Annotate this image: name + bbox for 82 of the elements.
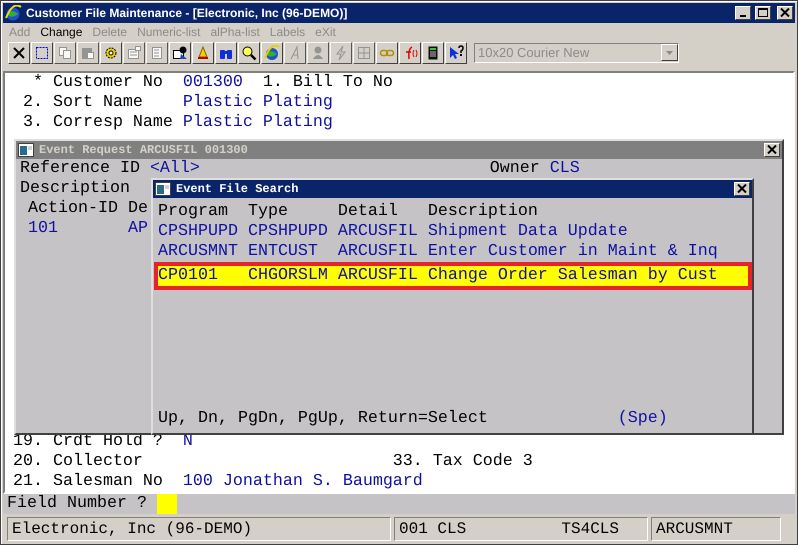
dropdown-arrow-icon	[666, 50, 673, 55]
minimize-icon	[740, 14, 746, 17]
hint-text: (Spe)	[618, 408, 668, 429]
dialog-title: Event Request ARCUSFIL 001300	[39, 142, 249, 159]
menu-item[interactable]: Change	[40, 22, 82, 41]
close-icon	[737, 184, 747, 194]
field-label: Owner	[490, 158, 540, 179]
toolbar-button[interactable]	[376, 42, 398, 64]
table-cell: AP	[128, 218, 148, 239]
field-label: 1. Bill To No	[262, 72, 393, 93]
field-value: <All>	[150, 158, 201, 179]
column-header: Action-ID	[28, 198, 119, 219]
globe-icon	[5, 4, 22, 21]
column-header: Description	[428, 202, 538, 222]
toolbar-button[interactable]	[215, 42, 237, 64]
maximize-button[interactable]	[755, 6, 771, 20]
field-number: 2.	[22, 92, 43, 113]
toolbar-button[interactable]	[399, 42, 421, 64]
field-number: *	[32, 72, 43, 93]
close-icon	[780, 8, 790, 18]
window-icon	[155, 182, 171, 196]
toolbar-button[interactable]	[192, 42, 214, 64]
toolbar-button[interactable]	[8, 42, 30, 64]
field-number: 21.	[13, 472, 43, 492]
field-number: 20.	[13, 452, 43, 472]
close-button[interactable]	[777, 6, 793, 20]
toolbar-button[interactable]	[445, 42, 467, 64]
field-value: 100 Jonathan S. Baumgard	[182, 472, 423, 492]
help-pointer-icon	[448, 44, 464, 61]
status-text: Electronic, Inc (96-DEMO)	[12, 519, 252, 540]
input-field[interactable]	[156, 494, 177, 514]
field-label: Salesman No	[52, 472, 164, 492]
window-icon	[18, 142, 34, 157]
close-icon	[767, 145, 777, 154]
field-label: 33. Tax Code 3	[392, 452, 533, 472]
field-number: 3.	[22, 112, 43, 133]
close-button[interactable]	[764, 142, 780, 157]
dialog-title: Event File Search	[176, 180, 300, 198]
copy-icon	[57, 44, 73, 61]
key-hint: Up, Dn, PgDn, PgUp, Return=Select	[158, 408, 489, 429]
column-header: De	[128, 198, 148, 219]
field-label: Reference ID	[20, 158, 141, 179]
toolbar-button[interactable]	[261, 42, 283, 64]
lightning-icon	[333, 44, 349, 61]
search-icon	[241, 44, 257, 61]
toolbar-button[interactable]	[422, 42, 444, 64]
status-text: ARCUSMNT	[656, 519, 733, 540]
field-value: 001300	[182, 72, 243, 93]
close-button[interactable]	[734, 182, 750, 196]
status-text: TS4CLS	[561, 519, 619, 540]
field-label: Corresp Name	[52, 112, 174, 133]
field-value: CLS	[550, 158, 580, 179]
column-header: Program	[158, 202, 229, 222]
field-label: Sort Name	[52, 92, 144, 113]
form-icon	[126, 44, 142, 61]
field-label: Collector	[52, 452, 144, 472]
field-value: Plastic Plating	[182, 112, 333, 133]
search-result-row[interactable]: CPSHPUPD CPSHPUPD ARCUSFIL Shipment Data Update	[158, 222, 752, 242]
column-header: Detail	[338, 202, 399, 222]
toolbar-button[interactable]	[100, 42, 122, 64]
window-title: Customer File Maintenance - [Electronic, Inc (96-DEMO)]	[26, 4, 348, 22]
bust-icon	[310, 44, 326, 61]
grid-icon	[356, 44, 372, 61]
search-result-row[interactable]: ARCUSMNT ENTCUST ARCUSFIL Enter Customer in Maint & Inq	[158, 242, 752, 262]
field-label: Customer No	[52, 72, 164, 93]
maximize-icon	[758, 8, 768, 18]
status-text: 001 CLS	[399, 519, 466, 540]
field-value: Plastic Plating	[182, 92, 333, 113]
toolbar-button[interactable]	[169, 42, 191, 64]
prompt-label: Field Number ?	[7, 494, 147, 514]
dashed-square-icon	[34, 44, 50, 61]
column-header: Type	[248, 202, 289, 222]
field-label: Description	[20, 178, 130, 199]
toolbar-button[interactable]	[31, 42, 53, 64]
gear-icon	[103, 44, 119, 61]
toolbar-button[interactable]	[238, 42, 260, 64]
minimize-button[interactable]	[735, 6, 751, 20]
search-result-row[interactable]: CP0101 CHGORSLM ARCUSFIL Change Order Salesman by Cust	[158, 266, 748, 286]
globe-icon	[264, 44, 280, 61]
close-icon	[11, 44, 27, 61]
list-icon	[149, 44, 165, 61]
table-cell-text: 101	[28, 218, 59, 239]
